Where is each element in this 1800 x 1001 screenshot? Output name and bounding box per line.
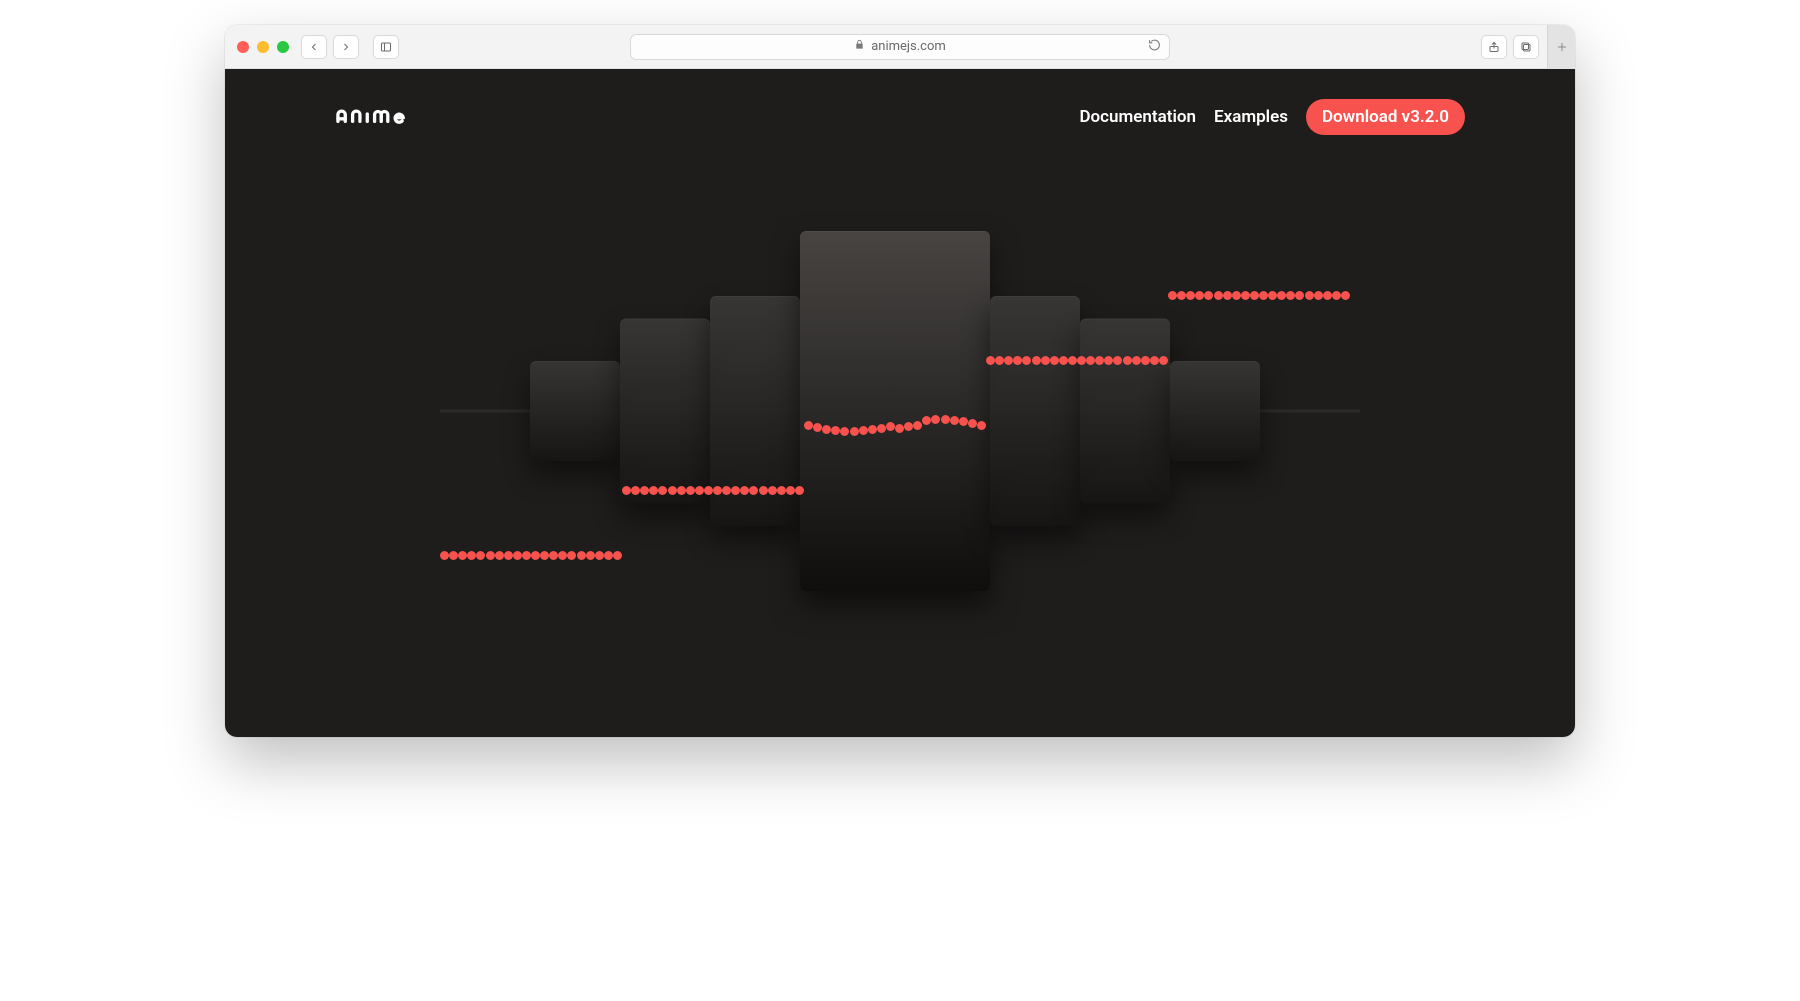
minimize-window-button[interactable]	[257, 41, 269, 53]
hero-dot	[586, 551, 595, 560]
hero-dot	[458, 551, 467, 560]
close-window-button[interactable]	[237, 41, 249, 53]
page-content: Documentation Examples Download v3.2.0	[225, 69, 1575, 737]
address-bar[interactable]: animejs.com	[630, 34, 1170, 60]
new-tab-button[interactable]	[1547, 25, 1575, 69]
hero-dot	[522, 551, 531, 560]
reload-icon	[1148, 38, 1161, 51]
zoom-window-button[interactable]	[277, 41, 289, 53]
hero-dot	[1286, 291, 1295, 300]
hero-dot	[549, 551, 558, 560]
address-bar-host: animejs.com	[871, 39, 946, 54]
hero-dot	[1277, 291, 1286, 300]
window-controls	[237, 41, 289, 53]
share-icon	[1488, 41, 1500, 53]
hero-dot	[513, 551, 522, 560]
hero-dot	[531, 551, 540, 560]
hero-dot	[613, 551, 622, 560]
hero-dot	[486, 551, 495, 560]
hero-dot	[476, 551, 485, 560]
forward-button[interactable]	[333, 35, 359, 59]
hero-animation	[440, 211, 1360, 611]
hero-dot	[449, 551, 458, 560]
hero-dot	[1223, 291, 1232, 300]
show-sidebar-button[interactable]	[373, 35, 399, 59]
hero-dot	[1268, 291, 1277, 300]
hero-dot	[1295, 291, 1304, 300]
nav-buttons-group	[301, 35, 359, 59]
hero-column	[710, 296, 800, 526]
browser-window: animejs.com	[225, 25, 1575, 737]
hero-dot	[540, 551, 549, 560]
download-button[interactable]: Download v3.2.0	[1306, 99, 1465, 135]
hero-dot	[1259, 291, 1268, 300]
nav-link-examples[interactable]: Examples	[1214, 107, 1288, 127]
hero-dot	[1241, 291, 1250, 300]
hero-dot	[1305, 291, 1314, 300]
hero-dot	[567, 551, 576, 560]
hero-dot	[1177, 291, 1186, 300]
right-toolbar	[1481, 35, 1563, 59]
hero-column	[530, 361, 620, 461]
site-logo[interactable]	[335, 108, 445, 126]
nav-link-documentation[interactable]: Documentation	[1079, 107, 1196, 127]
sidebar-icon	[380, 41, 392, 53]
lock-icon	[854, 39, 865, 54]
hero-dot	[604, 551, 613, 560]
hero-dot	[1195, 291, 1204, 300]
hero-dot	[1314, 291, 1323, 300]
hero-dot	[1168, 291, 1177, 300]
logo-icon	[335, 108, 445, 126]
hero-column	[990, 296, 1080, 526]
hero-dot	[1250, 291, 1259, 300]
hero-column	[1170, 361, 1260, 461]
hero-dot	[595, 551, 604, 560]
share-button[interactable]	[1481, 35, 1507, 59]
chevron-right-icon	[340, 41, 352, 53]
hero-dot	[1323, 291, 1332, 300]
browser-titlebar: animejs.com	[225, 25, 1575, 69]
hero-dot	[467, 551, 476, 560]
site-nav: Documentation Examples Download v3.2.0	[1079, 99, 1465, 135]
site-header: Documentation Examples Download v3.2.0	[225, 99, 1575, 135]
hero-dot	[1204, 291, 1213, 300]
plus-icon	[1556, 41, 1568, 53]
back-button[interactable]	[301, 35, 327, 59]
hero-column	[1080, 319, 1170, 504]
hero-dot	[440, 551, 449, 560]
hero-dot	[1232, 291, 1241, 300]
sidebar-button-group	[373, 35, 399, 59]
hero-dot	[1341, 291, 1350, 300]
hero-dot	[504, 551, 513, 560]
chevron-left-icon	[308, 41, 320, 53]
hero-dot	[1186, 291, 1195, 300]
address-bar-wrap: animejs.com	[630, 34, 1170, 60]
reload-button[interactable]	[1148, 38, 1161, 55]
hero-column	[800, 231, 990, 591]
hero-dot	[495, 551, 504, 560]
hero-dot	[1214, 291, 1223, 300]
hero-dot	[1332, 291, 1341, 300]
hero-dot	[577, 551, 586, 560]
hero-dot	[558, 551, 567, 560]
hero-column	[620, 319, 710, 504]
tabs-icon	[1520, 41, 1532, 53]
show-tabs-button[interactable]	[1513, 35, 1539, 59]
